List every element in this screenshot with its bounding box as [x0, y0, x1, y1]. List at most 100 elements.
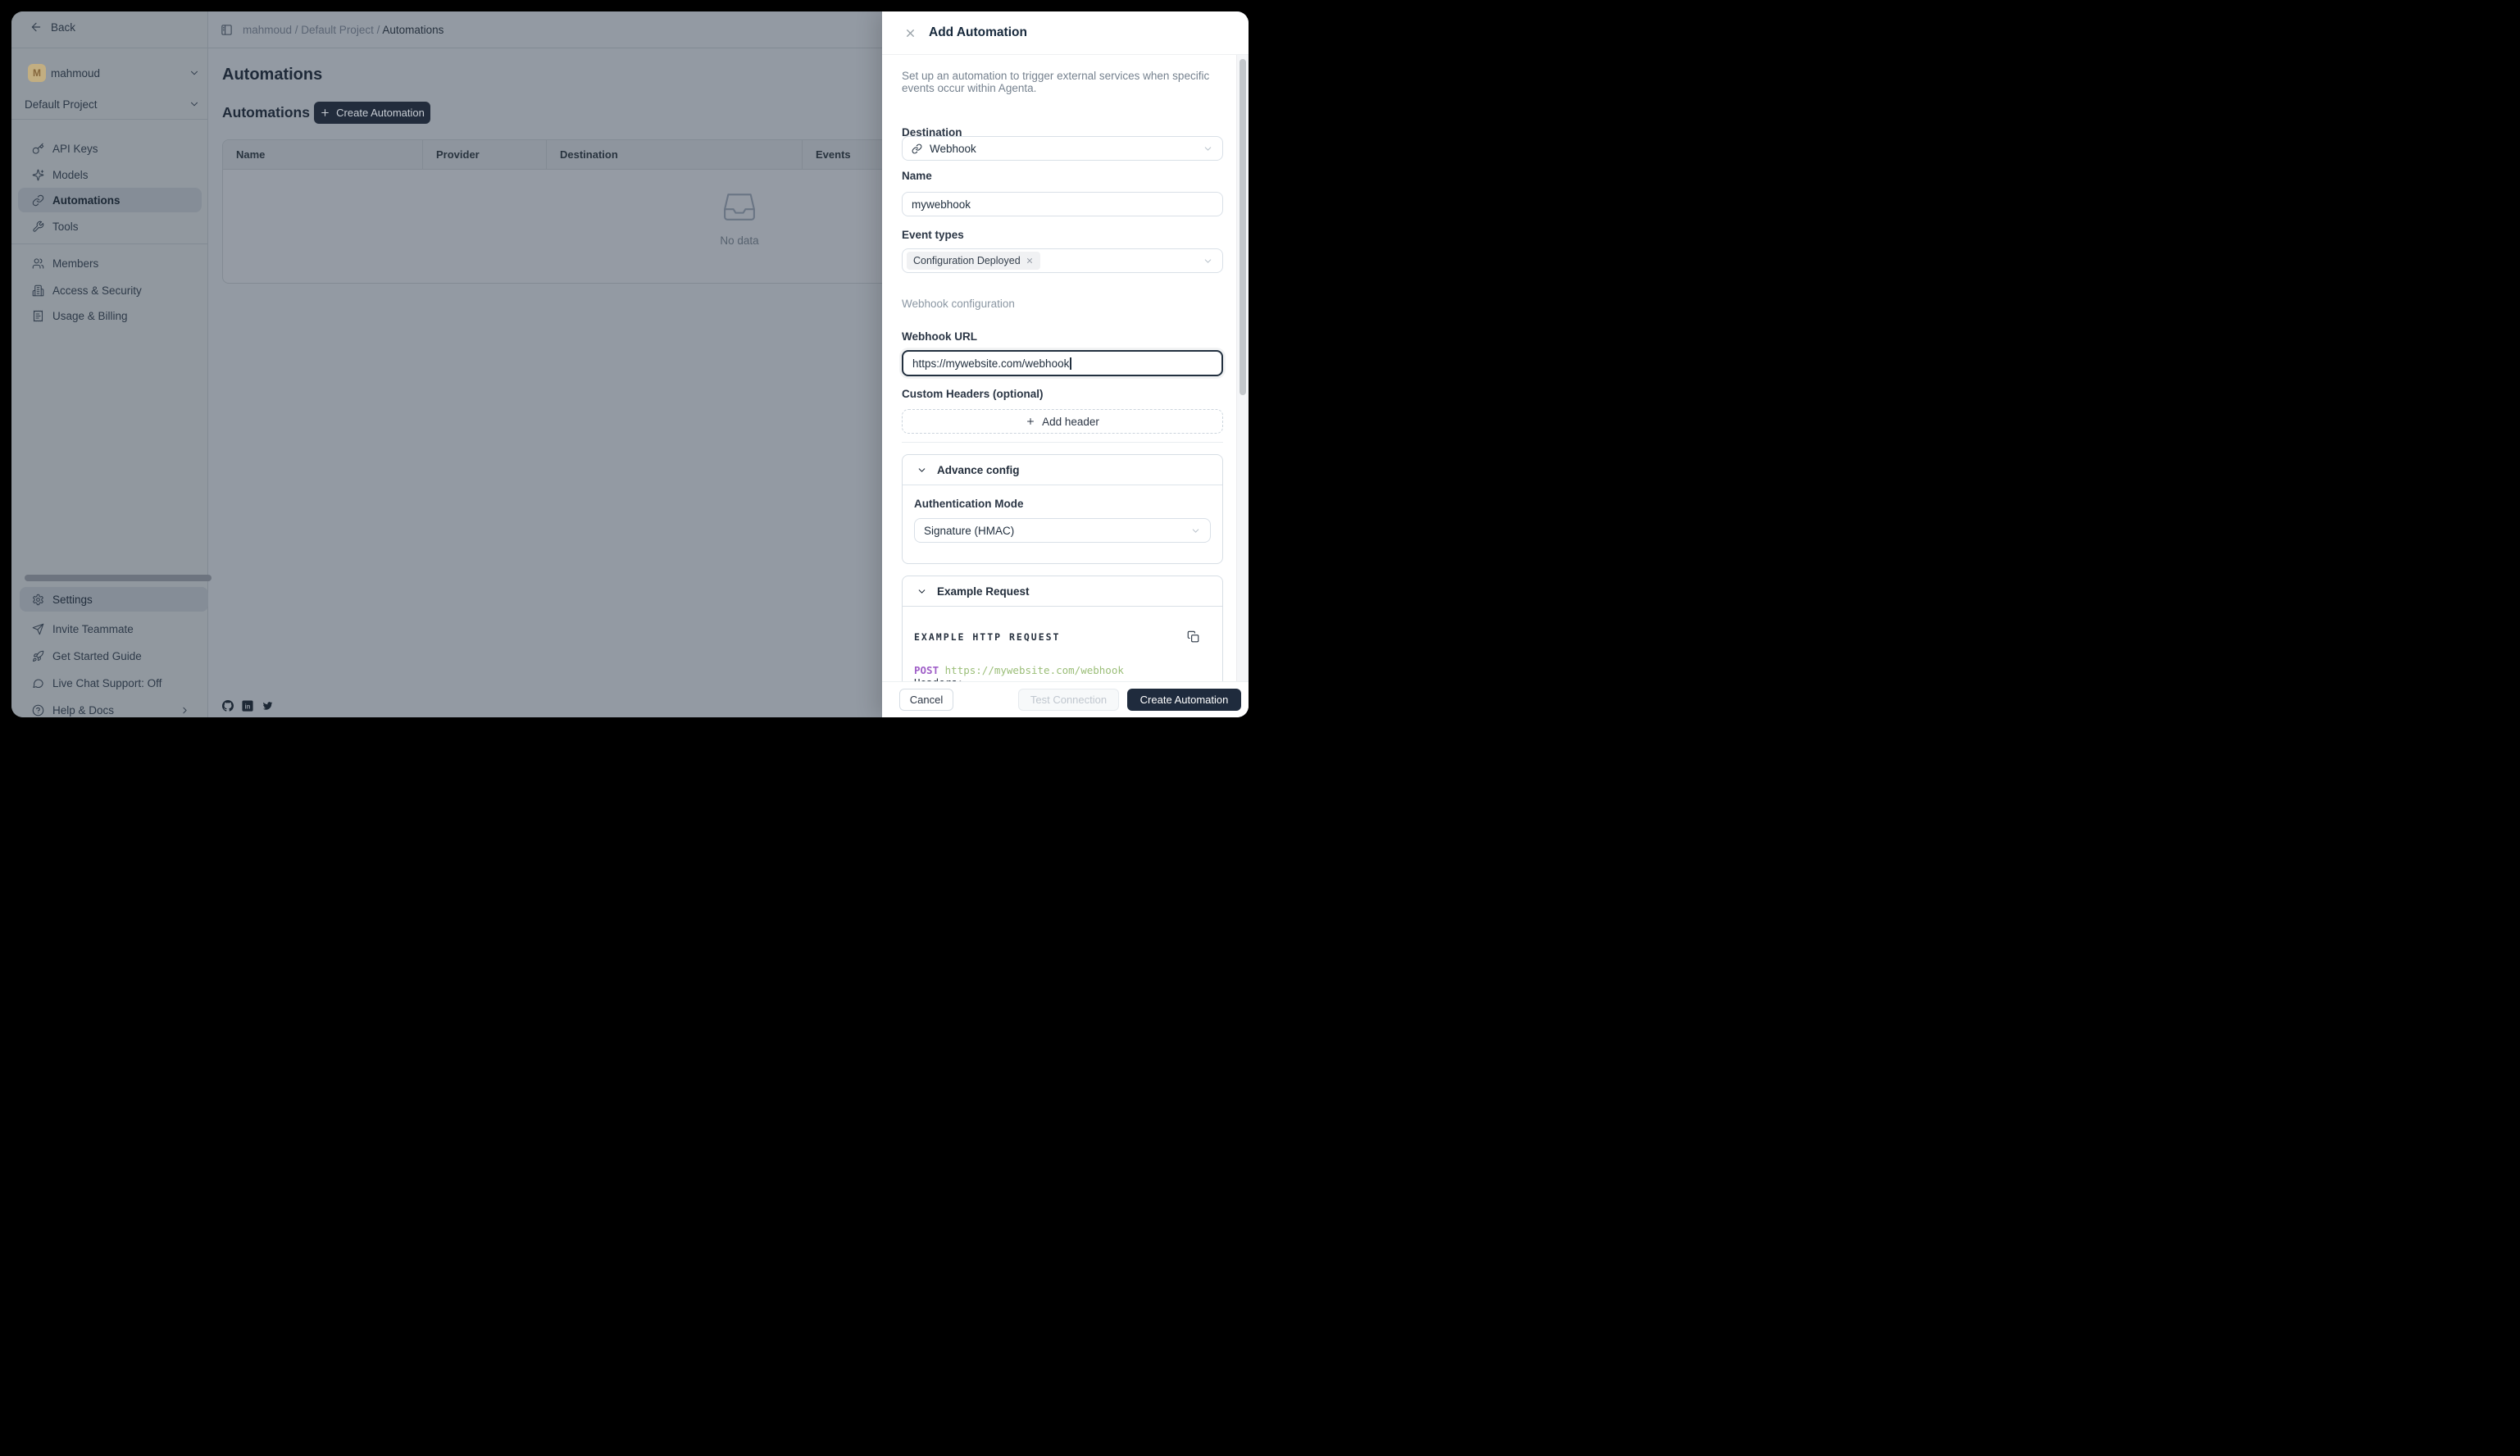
- webhook-url-label: Webhook URL: [902, 330, 977, 343]
- breadcrumb-path[interactable]: mahmoud / Default Project /: [243, 24, 380, 36]
- chat-bubble-icon: [32, 677, 44, 689]
- social-links: in: [222, 700, 274, 716]
- example-post-line: POST https://mywebsite.com/webhook: [914, 664, 1124, 676]
- sidebar-item-tools[interactable]: Tools: [18, 214, 202, 239]
- example-http-request-heading: EXAMPLE HTTP REQUEST: [914, 631, 1060, 643]
- arrow-left-icon: [30, 20, 43, 34]
- inbox-icon: [718, 212, 761, 225]
- text-cursor: [1070, 357, 1071, 370]
- sidebar-item-settings[interactable]: Settings: [20, 587, 208, 612]
- workspace-avatar: M: [28, 64, 46, 82]
- empty-state: No data: [682, 189, 797, 247]
- link-icon: [32, 194, 44, 207]
- webhook-link-icon: [912, 143, 922, 154]
- auth-mode-select[interactable]: Signature (HMAC): [914, 518, 1211, 543]
- workspace-name[interactable]: mahmoud: [51, 67, 100, 80]
- chevron-down-icon: [917, 465, 927, 475]
- key-icon: [32, 143, 44, 155]
- back-button[interactable]: Back: [30, 20, 75, 34]
- column-header-name[interactable]: Name: [223, 140, 423, 169]
- drawer-scrollbar-thumb[interactable]: [1240, 59, 1246, 395]
- app-window: Back M mahmoud Default Project API Keys: [11, 11, 1249, 717]
- sidebar-item-access-security[interactable]: Access & Security: [18, 278, 202, 303]
- column-header-destination[interactable]: Destination: [547, 140, 803, 169]
- receipt-icon: [32, 310, 44, 322]
- plus-icon: [320, 107, 330, 118]
- chevron-down-icon: [1203, 256, 1213, 266]
- destination-value: Webhook: [930, 143, 1203, 155]
- breadcrumb: mahmoud / Default Project / Automations: [221, 11, 444, 48]
- sidebar-item-invite-teammate[interactable]: Invite Teammate: [18, 617, 202, 641]
- event-type-tag: Configuration Deployed: [907, 252, 1040, 270]
- svg-text:in: in: [245, 703, 251, 711]
- help-circle-icon: [32, 704, 44, 717]
- create-automation-submit-button[interactable]: Create Automation: [1127, 689, 1241, 711]
- wrench-icon: [32, 221, 44, 233]
- custom-headers-label: Custom Headers (optional): [902, 388, 1044, 400]
- http-url: https://mywebsite.com/webhook: [945, 664, 1124, 676]
- drawer-description: Set up an automation to trigger external…: [902, 70, 1212, 94]
- name-label: Name: [902, 170, 932, 182]
- page-title: Automations: [222, 66, 322, 84]
- building-icon: [32, 284, 44, 297]
- drawer-scrollbar-track[interactable]: [1236, 55, 1249, 681]
- chevron-down-icon: [1203, 143, 1213, 154]
- linkedin-icon[interactable]: in: [242, 700, 253, 716]
- sidebar-item-live-chat[interactable]: Live Chat Support: Off: [18, 671, 202, 695]
- webhook-url-input[interactable]: https://mywebsite.com/webhook: [902, 350, 1223, 376]
- name-value: mywebhook: [912, 198, 1213, 211]
- sidebar-horizontal-scrollbar[interactable]: [25, 575, 212, 581]
- name-input[interactable]: mywebhook: [902, 192, 1223, 216]
- sidebar-item-get-started-guide[interactable]: Get Started Guide: [18, 644, 202, 668]
- event-types-label: Event types: [902, 229, 964, 241]
- sidebar-item-automations[interactable]: Automations: [18, 188, 202, 212]
- sparkles-icon: [32, 169, 44, 181]
- chevron-down-icon: [917, 586, 927, 597]
- advance-config-panel: Advance config Authentication Mode Signa…: [902, 454, 1223, 564]
- twitter-icon[interactable]: [262, 700, 274, 716]
- add-automation-drawer: Add Automation Set up an automation to t…: [882, 11, 1249, 717]
- chevron-right-icon: [180, 705, 190, 716]
- advance-config-header[interactable]: Advance config: [903, 455, 1222, 485]
- tag-remove-icon[interactable]: [1026, 257, 1034, 265]
- auth-mode-value: Signature (HMAC): [924, 525, 1190, 537]
- destination-select[interactable]: Webhook: [902, 136, 1223, 161]
- sidebar-item-api-keys[interactable]: API Keys: [18, 136, 202, 161]
- add-header-button[interactable]: Add header: [902, 409, 1223, 434]
- github-icon[interactable]: [222, 700, 234, 716]
- chevron-down-icon: [1190, 526, 1201, 536]
- users-icon: [32, 257, 44, 270]
- sidebar-item-models[interactable]: Models: [18, 162, 202, 187]
- project-selector[interactable]: Default Project: [25, 98, 98, 111]
- sidebar-item-help-docs[interactable]: Help & Docs: [18, 698, 202, 717]
- webhook-config-section-title: Webhook configuration: [902, 298, 1015, 310]
- copy-icon[interactable]: [1187, 630, 1199, 643]
- back-label: Back: [51, 21, 75, 34]
- example-request-header[interactable]: Example Request: [903, 576, 1222, 607]
- drawer-title: Add Automation: [929, 25, 1027, 40]
- webhook-url-value: https://mywebsite.com/webhook: [912, 357, 1069, 370]
- plus-icon: [1026, 416, 1035, 426]
- auth-mode-label: Authentication Mode: [914, 498, 1024, 510]
- panel-left-icon[interactable]: [221, 24, 233, 36]
- event-types-select[interactable]: Configuration Deployed: [902, 248, 1223, 273]
- create-automation-button[interactable]: Create Automation: [314, 102, 430, 124]
- drawer-header: Add Automation: [882, 11, 1249, 55]
- cancel-button[interactable]: Cancel: [899, 689, 953, 711]
- workspace-chevron-down-icon[interactable]: [189, 67, 200, 83]
- gear-icon: [32, 594, 44, 606]
- drawer-footer: Cancel Test Connection Create Automation: [882, 681, 1249, 717]
- project-chevron-down-icon[interactable]: [189, 98, 200, 114]
- rocket-icon: [32, 650, 44, 662]
- page-background: Back M mahmoud Default Project API Keys: [0, 0, 1260, 728]
- send-icon: [32, 623, 44, 635]
- test-connection-button[interactable]: Test Connection: [1018, 689, 1119, 711]
- sidebar-item-members[interactable]: Members: [18, 251, 202, 275]
- sidebar: Back M mahmoud Default Project API Keys: [11, 11, 208, 717]
- no-data-text: No data: [682, 234, 797, 247]
- column-header-provider[interactable]: Provider: [423, 140, 547, 169]
- http-method: POST: [914, 664, 939, 676]
- breadcrumb-current: Automations: [382, 24, 444, 36]
- close-icon[interactable]: [904, 27, 917, 39]
- sidebar-item-usage-billing[interactable]: Usage & Billing: [18, 303, 202, 328]
